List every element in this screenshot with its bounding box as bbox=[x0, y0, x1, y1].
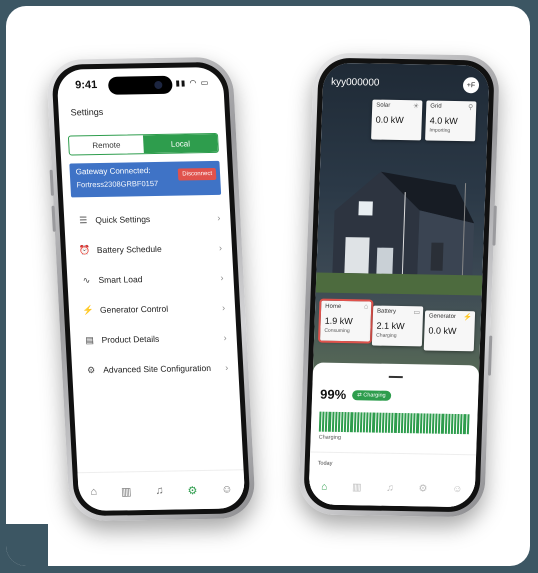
bell-icon[interactable]: ♫ bbox=[386, 482, 394, 493]
lawn bbox=[315, 272, 483, 296]
local-tab[interactable]: Local bbox=[142, 133, 218, 154]
card-status: Charging bbox=[376, 332, 397, 339]
showcase-canvas: 9:41 ▮▮ ◠ ▭ Settings Remote Local Gatewa… bbox=[6, 6, 530, 566]
charge-segment bbox=[466, 414, 470, 435]
menu-item-quick-settings[interactable]: ☰ Quick Settings › bbox=[64, 203, 232, 236]
list-icon: ☰ bbox=[78, 214, 88, 225]
menu-item-label: Generator Control bbox=[99, 303, 169, 315]
page-title: Settings bbox=[70, 106, 104, 118]
card-value: 0.0 kW bbox=[375, 114, 404, 126]
user-icon[interactable]: ☺ bbox=[221, 483, 233, 495]
charge-level-bar bbox=[318, 411, 470, 435]
sliders-icon: ⚙ bbox=[86, 364, 96, 375]
dashboard-screen: kyy000000 +F Solar 0.0 kW ☀ Grid 4.0 kW … bbox=[308, 62, 490, 508]
menu-item-label: Product Details bbox=[101, 333, 160, 345]
clock-icon: ⏰ bbox=[78, 244, 91, 255]
chevron-right-icon: › bbox=[217, 212, 221, 223]
home-card[interactable]: Home 1.9 kW Consuming ⌂ bbox=[317, 298, 374, 344]
gear-icon[interactable]: ⚙ bbox=[187, 484, 198, 497]
charging-badge: ⇄ Charging bbox=[352, 389, 391, 401]
bell-icon[interactable]: ♫ bbox=[155, 485, 164, 497]
menu-item-smart-load[interactable]: ∿ Smart Load › bbox=[67, 263, 235, 296]
chart-icon[interactable]: ▥ bbox=[121, 485, 132, 498]
card-status: Consuming bbox=[324, 327, 350, 335]
state-of-charge: 99% bbox=[319, 386, 347, 403]
menu-item-label: Advanced Site Configuration bbox=[102, 362, 212, 375]
power-tower-icon: ⚲ bbox=[467, 104, 474, 112]
settings-screen: 9:41 ▮▮ ◠ ▭ Settings Remote Local Gatewa… bbox=[56, 66, 246, 512]
card-value: 1.9 kW bbox=[324, 315, 353, 327]
solar-card[interactable]: Solar 0.0 kW ☀ bbox=[371, 99, 423, 141]
menu-item-battery-schedule[interactable]: ⏰ Battery Schedule › bbox=[65, 233, 233, 266]
settings-phone: 9:41 ▮▮ ◠ ▭ Settings Remote Local Gatewa… bbox=[45, 56, 257, 522]
dynamic-island bbox=[107, 75, 173, 95]
bolt-icon: ⚡ bbox=[82, 304, 94, 315]
card-value: 2.1 kW bbox=[376, 320, 405, 332]
gateway-status-banner: Gateway Connected: Fortress2308GRBF0157 … bbox=[69, 160, 222, 198]
menu-item-label: Quick Settings bbox=[95, 214, 151, 225]
sun-icon: ☀ bbox=[412, 103, 420, 111]
grid-card[interactable]: Grid 4.0 kW Importing ⚲ bbox=[425, 100, 477, 142]
menu-item-label: Smart Load bbox=[98, 274, 143, 285]
menu-item-generator-control[interactable]: ⚡ Generator Control › bbox=[68, 293, 236, 326]
bottom-tab-bar: ⌂ ▥ ♫ ⚙ ☺ bbox=[77, 469, 246, 512]
battery-icon: ▭ bbox=[413, 309, 421, 317]
remote-tab[interactable]: Remote bbox=[69, 135, 144, 154]
home-icon: ⌂ bbox=[363, 303, 369, 311]
wave-icon: ∿ bbox=[82, 274, 91, 285]
settings-menu: ☰ Quick Settings › ⏰ Battery Schedule › … bbox=[64, 203, 239, 386]
house-illustration bbox=[332, 171, 475, 286]
generator-card[interactable]: Generator 0.0 kW ⚡ bbox=[423, 310, 476, 352]
home-icon[interactable]: ⌂ bbox=[90, 486, 97, 498]
chevron-right-icon: › bbox=[223, 332, 227, 343]
connection-mode-toggle: Remote Local bbox=[67, 132, 219, 156]
home-icon[interactable]: ⌂ bbox=[321, 481, 327, 492]
avatar[interactable]: +F bbox=[462, 77, 480, 94]
dashboard-phone: kyy000000 +F Solar 0.0 kW ☀ Grid 4.0 kW … bbox=[297, 52, 501, 518]
chevron-right-icon: › bbox=[218, 242, 223, 253]
card-label: Grid bbox=[430, 103, 442, 110]
menu-item-product-details[interactable]: ▤ Product Details › bbox=[70, 323, 238, 356]
card-value: 0.0 kW bbox=[428, 325, 457, 336]
menu-item-advanced-site-configuration[interactable]: ⚙ Advanced Site Configuration › bbox=[71, 352, 239, 385]
battery-card[interactable]: Battery 2.1 kW Charging ▭ bbox=[371, 305, 424, 347]
bolt-icon: ⚡ bbox=[463, 314, 473, 322]
card-value: 4.0 kW bbox=[429, 115, 458, 127]
card-status: Importing bbox=[429, 127, 451, 134]
chevron-right-icon: › bbox=[221, 302, 226, 313]
signal-wifi-battery-icon: ▮▮ ◠ ▭ bbox=[175, 78, 210, 88]
chevron-right-icon: › bbox=[224, 362, 229, 373]
disconnect-button[interactable]: Disconnect bbox=[178, 167, 217, 181]
chart-icon[interactable]: ▥ bbox=[352, 482, 362, 493]
house-scene: kyy000000 +F Solar 0.0 kW ☀ Grid 4.0 kW … bbox=[312, 62, 490, 384]
document-icon: ▤ bbox=[85, 334, 95, 345]
chevron-right-icon: › bbox=[220, 272, 224, 283]
user-icon[interactable]: ☺ bbox=[452, 483, 463, 494]
site-name: kyy000000 bbox=[330, 76, 380, 89]
menu-item-label: Battery Schedule bbox=[96, 243, 162, 255]
gear-icon[interactable]: ⚙ bbox=[418, 483, 427, 494]
card-label: Home bbox=[325, 303, 342, 310]
status-time: 9:41 bbox=[74, 79, 98, 92]
bottom-tab-bar: ⌂ ▥ ♫ ⚙ ☺ bbox=[308, 468, 476, 508]
